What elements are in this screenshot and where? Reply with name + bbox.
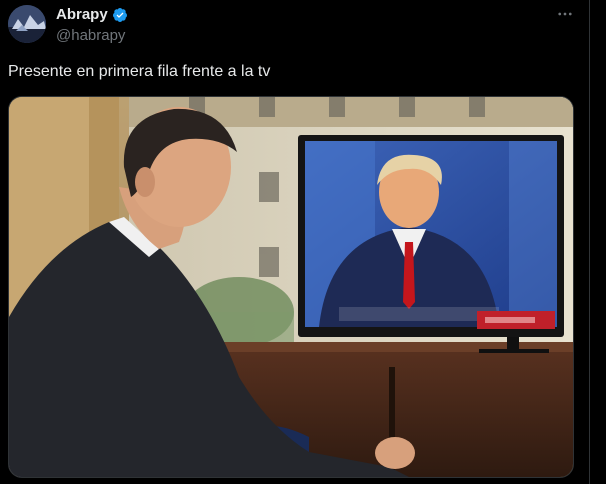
author-row: Abrapy (56, 6, 128, 23)
avatar-image (8, 5, 46, 43)
photo-man-watching-tv (9, 97, 573, 477)
author-name[interactable]: Abrapy (56, 6, 108, 23)
verified-badge-icon (112, 7, 127, 22)
more-horizontal-icon (558, 12, 572, 16)
tweet-text: Presente en primera fila frente a la tv (8, 63, 271, 80)
avatar[interactable] (8, 5, 46, 43)
more-options-button[interactable] (554, 3, 576, 25)
tweet-media-image[interactable] (8, 96, 574, 478)
author-handle[interactable]: @habrapy (56, 27, 125, 44)
column-divider (589, 0, 590, 484)
tweet: Abrapy @habrapy Presente en primera fila… (0, 0, 590, 484)
